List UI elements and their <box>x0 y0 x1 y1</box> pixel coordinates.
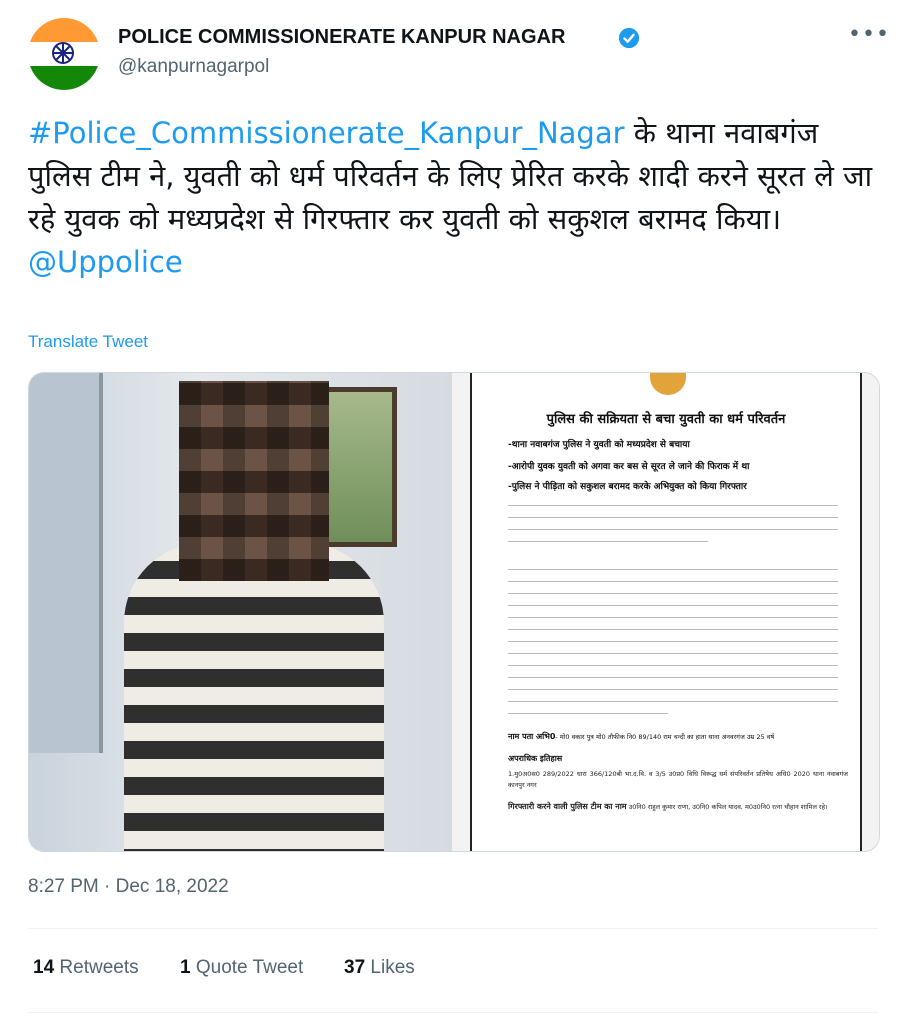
press-note-history-text: 1.मु0अ0स0 289/2022 धारा 366/120बी भा.द.व… <box>508 770 848 789</box>
police-emblem-icon <box>650 373 686 395</box>
press-note-text-line <box>508 593 838 594</box>
press-note-text-line <box>508 641 838 642</box>
press-note-text-line <box>508 653 838 654</box>
mention-link[interactable]: @Uppolice <box>28 245 183 279</box>
hashtag-link[interactable]: #Police_Commissionerate_Kanpur_Nagar <box>28 116 625 150</box>
avatar[interactable] <box>28 18 100 90</box>
translate-tweet-link[interactable]: Translate Tweet <box>28 332 148 352</box>
press-note-bullet: -पुलिस ने पीड़िता को सकुशल बरामद करके अभ… <box>508 482 747 492</box>
press-note-text-line <box>508 569 838 570</box>
tweet-timestamp[interactable]: 8:27 PM · Dec 18, 2022 <box>28 876 229 898</box>
press-note-text-line <box>508 677 838 678</box>
pixelated-face <box>179 381 329 581</box>
divider <box>28 928 878 929</box>
tweet-text: #Police_Commissionerate_Kanpur_Nagar के … <box>28 112 888 284</box>
user-handle[interactable]: @kanpurnagarpol <box>118 56 269 78</box>
press-note-address-heading: नाम पता अभि0- मो0 वकार पुत्र मो0 तौफीक न… <box>508 732 775 741</box>
press-note-text-line <box>508 617 838 618</box>
retweets-stat[interactable]: 14 Retweets <box>33 957 139 979</box>
arrested-person-photo[interactable] <box>29 373 452 851</box>
press-note-team-text: गिरफ्तारी करने वाली पुलिस टीम का नाम उ0न… <box>508 802 828 811</box>
press-note-text-line <box>508 689 838 690</box>
press-note-text-line <box>508 581 838 582</box>
press-note-bullet: -थाना नवाबगंज पुलिस ने युवती को मध्यप्रद… <box>508 440 690 450</box>
photo-window <box>29 373 103 753</box>
quote-tweets-stat[interactable]: 1 Quote Tweet <box>180 957 303 979</box>
divider <box>28 1012 878 1013</box>
press-note-text-line <box>508 665 838 666</box>
more-options-icon[interactable]: ••• <box>848 22 889 52</box>
press-note-text-line <box>508 541 708 542</box>
press-note-text-line <box>508 701 838 702</box>
press-note-bullet: -आरोपी युवक युवती को अगवा कर बस से सूरत … <box>508 462 750 472</box>
display-name[interactable]: POLICE COMMISSIONERATE KANPUR NAGAR <box>118 26 565 49</box>
tweet-header: POLICE COMMISSIONERATE KANPUR NAGAR @kan… <box>0 0 913 110</box>
ashoka-chakra-icon <box>52 42 74 64</box>
press-note-image[interactable]: पुलिस की सक्रियता से बचा युवती का धर्म प… <box>452 373 879 851</box>
press-note-text-line <box>508 629 838 630</box>
press-note-title: पुलिस की सक्रियता से बचा युवती का धर्म प… <box>546 412 786 427</box>
press-note-text-line <box>508 529 838 530</box>
press-note-history-heading: अपराधिक इतिहास <box>508 754 563 763</box>
media-grid: पुलिस की सक्रियता से बचा युवती का धर्म प… <box>28 372 880 852</box>
press-note-text-line <box>508 517 838 518</box>
photo-striped-shirt <box>124 543 384 851</box>
verified-badge-icon <box>618 27 640 49</box>
press-note-sheet: पुलिस की सक्रियता से बचा युवती का धर्म प… <box>470 373 862 851</box>
press-note-text-line <box>508 605 838 606</box>
press-note-text-line <box>508 505 838 506</box>
flag-saffron-stripe <box>28 18 100 42</box>
flag-green-stripe <box>28 66 100 90</box>
likes-stat[interactable]: 37 Likes <box>344 957 415 979</box>
press-note-text-line <box>508 713 668 714</box>
